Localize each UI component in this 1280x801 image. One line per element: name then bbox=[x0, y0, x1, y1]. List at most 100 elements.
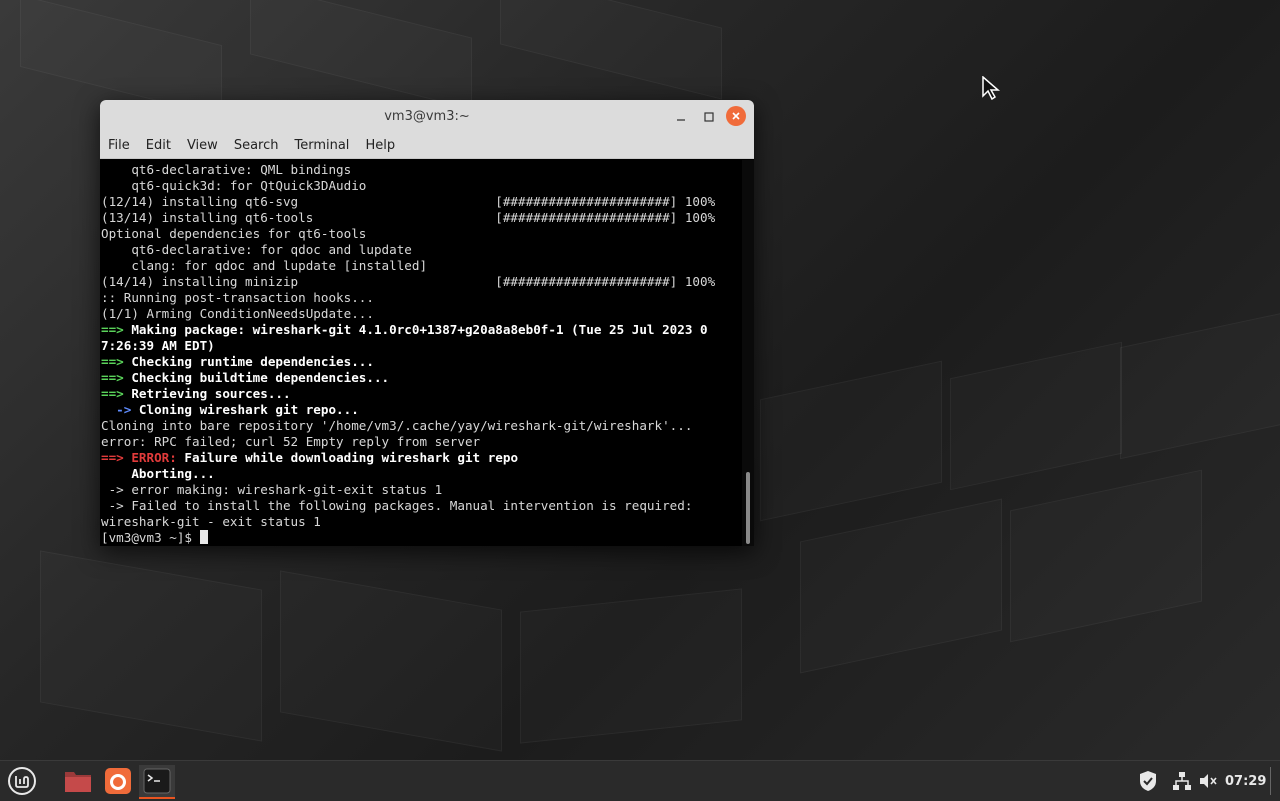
terminal-line: clang: for qdoc and lupdate [installed] bbox=[100, 258, 742, 274]
terminal-line: -> Failed to install the following packa… bbox=[100, 498, 742, 514]
shield-icon bbox=[1140, 771, 1156, 791]
show-desktop-button[interactable] bbox=[1270, 761, 1271, 801]
maximize-icon bbox=[704, 112, 714, 122]
terminal-text: qt6-quick3d: for QtQuick3DAudio bbox=[101, 178, 367, 193]
terminal-text: qt6-declarative: for qdoc and lupdate bbox=[101, 242, 412, 257]
terminal-line: (1/1) Arming ConditionNeedsUpdate... bbox=[100, 306, 742, 322]
menu-search[interactable]: Search bbox=[234, 138, 279, 153]
terminal-text: Checking runtime dependencies... bbox=[131, 354, 374, 369]
menu-view[interactable]: View bbox=[187, 138, 218, 153]
menu-terminal[interactable]: Terminal bbox=[294, 138, 349, 153]
terminal-text: ==> bbox=[101, 322, 132, 337]
terminal-line: error: RPC failed; curl 52 Empty reply f… bbox=[100, 434, 742, 450]
menu-file[interactable]: File bbox=[108, 138, 130, 153]
terminal-line: Optional dependencies for qt6-tools bbox=[100, 226, 742, 242]
shield-tray-item[interactable] bbox=[1138, 761, 1158, 801]
terminal-line: -> Cloning wireshark git repo... bbox=[100, 402, 742, 418]
terminal-text: ==> bbox=[101, 450, 132, 465]
terminal-window[interactable]: vm3@vm3:~ File Edit View Search Terminal… bbox=[100, 100, 754, 546]
volume-tray-item[interactable] bbox=[1198, 761, 1218, 801]
taskbar: 07:29 bbox=[0, 760, 1280, 801]
wallpaper-tile bbox=[1120, 312, 1280, 460]
terminal-text: (13/14) installing qt6-tools [##########… bbox=[101, 210, 716, 225]
separator bbox=[1270, 767, 1271, 795]
wallpaper-tile bbox=[250, 0, 472, 110]
terminal-line: (14/14) installing minizip [############… bbox=[100, 274, 742, 290]
firefox-launcher[interactable] bbox=[100, 765, 136, 797]
shell-prompt: [vm3@vm3 ~]$ bbox=[101, 530, 200, 545]
terminal-line: ==> ERROR: Failure while downloading wir… bbox=[100, 450, 742, 466]
wallpaper-tile bbox=[520, 588, 742, 744]
terminal-line: ==> Retrieving sources... bbox=[100, 386, 742, 402]
wallpaper-tile bbox=[950, 341, 1122, 491]
terminal-line: 7:26:39 AM EDT) bbox=[100, 338, 742, 354]
firefox-icon bbox=[105, 768, 131, 794]
terminal-line: ==> Making package: wireshark-git 4.1.0r… bbox=[100, 322, 742, 338]
start-menu-button[interactable] bbox=[4, 765, 40, 797]
terminal-text: 7:26:39 AM EDT) bbox=[101, 338, 215, 353]
wallpaper-tile bbox=[280, 570, 502, 752]
terminal-text: Cloning wireshark git repo... bbox=[138, 402, 359, 417]
terminal-line: qt6-declarative: QML bindings bbox=[100, 162, 742, 178]
terminal-text: Cloning into bare repository '/home/vm3/… bbox=[101, 418, 693, 433]
maximize-button[interactable] bbox=[698, 106, 720, 128]
title-bar[interactable]: vm3@vm3:~ bbox=[100, 100, 754, 133]
wallpaper-tile bbox=[40, 550, 262, 742]
wallpaper-tile bbox=[1010, 469, 1202, 643]
menu-edit[interactable]: Edit bbox=[146, 138, 171, 153]
terminal-text: (14/14) installing minizip [############… bbox=[101, 274, 716, 289]
terminal-line: wireshark-git - exit status 1 bbox=[100, 514, 742, 530]
menu-icon bbox=[8, 767, 36, 795]
terminal-text: -> Failed to install the following packa… bbox=[101, 498, 693, 513]
minimize-icon bbox=[677, 119, 685, 121]
terminal-line: (12/14) installing qt6-svg [############… bbox=[100, 194, 742, 210]
terminal-text: -> bbox=[101, 402, 139, 417]
terminal-line: -> error making: wireshark-git-exit stat… bbox=[100, 482, 742, 498]
close-icon bbox=[732, 112, 740, 120]
network-tray-item[interactable] bbox=[1172, 761, 1192, 801]
wallpaper-tile bbox=[500, 0, 722, 100]
terminal-text: ==> bbox=[101, 354, 132, 369]
terminal-text: -> error making: wireshark-git-exit stat… bbox=[101, 482, 443, 497]
terminal-scrollbar[interactable] bbox=[742, 160, 754, 546]
network-icon bbox=[1173, 772, 1191, 790]
wallpaper-tile bbox=[800, 498, 1002, 674]
minimize-button[interactable] bbox=[670, 106, 692, 128]
terminal-text: clang: for qdoc and lupdate [installed] bbox=[101, 258, 428, 273]
terminal-text: ==> bbox=[101, 386, 132, 401]
close-button[interactable] bbox=[726, 106, 746, 126]
files-icon bbox=[65, 772, 91, 792]
terminal-text: Failure while downloading wireshark git … bbox=[184, 450, 519, 465]
scrollbar-thumb[interactable] bbox=[746, 472, 750, 544]
terminal-line: Aborting... bbox=[100, 466, 742, 482]
terminal-text: Checking buildtime dependencies... bbox=[131, 370, 390, 385]
files-launcher[interactable] bbox=[60, 765, 96, 797]
terminal-line: ==> Checking buildtime dependencies... bbox=[100, 370, 742, 386]
terminal-output[interactable]: qt6-declarative: QML bindings qt6-quick3… bbox=[100, 160, 742, 546]
terminal-text: (12/14) installing qt6-svg [############… bbox=[101, 194, 716, 209]
menu-help[interactable]: Help bbox=[365, 138, 395, 153]
mouse-pointer-icon bbox=[982, 76, 1001, 100]
terminal-text: Optional dependencies for qt6-tools bbox=[101, 226, 367, 241]
terminal-text: error: RPC failed; curl 52 Empty reply f… bbox=[101, 434, 481, 449]
terminal-text: ERROR: bbox=[131, 450, 185, 465]
terminal-text: Aborting... bbox=[101, 466, 215, 481]
prompt-line[interactable]: [vm3@vm3 ~]$ bbox=[100, 530, 742, 546]
wallpaper-tile bbox=[760, 360, 942, 522]
terminal-text: :: Running post-transaction hooks... bbox=[101, 290, 374, 305]
terminal-text: ==> bbox=[101, 370, 132, 385]
terminal-text: Making package: wireshark-git 4.1.0rc0+1… bbox=[131, 322, 708, 337]
terminal-text: (1/1) Arming ConditionNeedsUpdate... bbox=[101, 306, 374, 321]
terminal-taskbar-button[interactable] bbox=[139, 765, 175, 799]
terminal-text: wireshark-git - exit status 1 bbox=[101, 514, 321, 529]
volume-muted-icon bbox=[1200, 774, 1217, 788]
terminal-line: ==> Checking runtime dependencies... bbox=[100, 354, 742, 370]
terminal-line: qt6-declarative: for qdoc and lupdate bbox=[100, 242, 742, 258]
terminal-line: Cloning into bare repository '/home/vm3/… bbox=[100, 418, 742, 434]
text-cursor bbox=[199, 530, 208, 544]
clock[interactable]: 07:29 bbox=[1225, 761, 1266, 801]
terminal-text: Retrieving sources... bbox=[131, 386, 291, 401]
terminal-line: qt6-quick3d: for QtQuick3DAudio bbox=[100, 178, 742, 194]
terminal-line: (13/14) installing qt6-tools [##########… bbox=[100, 210, 742, 226]
window-title: vm3@vm3:~ bbox=[384, 109, 470, 124]
